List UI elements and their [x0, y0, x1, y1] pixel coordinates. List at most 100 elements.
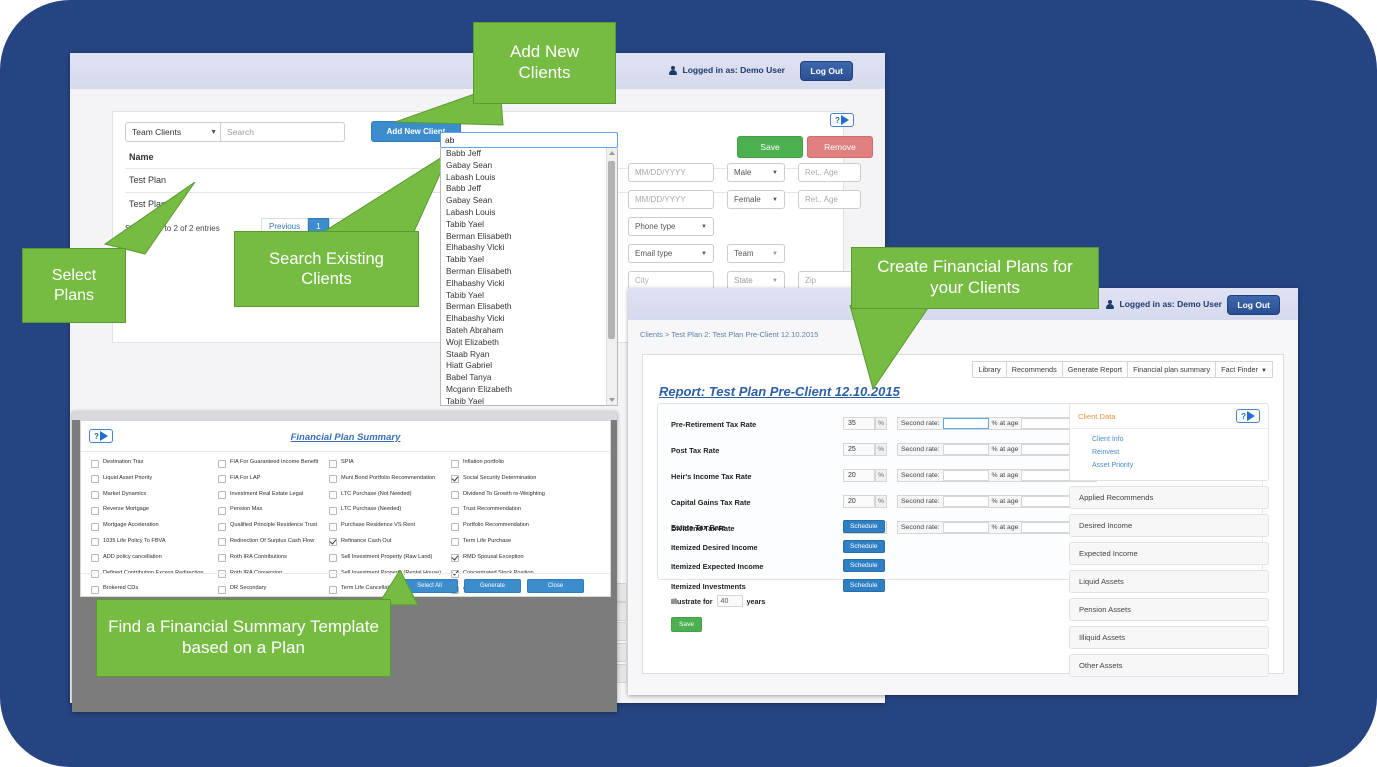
summary-checkbox-row[interactable]: Roth IRA Contributions — [218, 554, 318, 563]
summary-checkbox-row[interactable]: Destination Trax — [91, 459, 203, 468]
summary-checkbox-row[interactable]: Qualified Principle Residence Trust — [218, 522, 318, 531]
sidebar-panel-liquid-assets[interactable]: Liquid Assets — [1069, 570, 1269, 593]
gender-select-2[interactable]: Female ▼ — [727, 190, 785, 209]
client-data-header[interactable]: Client Data ? — [1070, 404, 1268, 429]
autocomplete-scrollbar[interactable] — [606, 148, 617, 405]
dob-field-1[interactable]: MM/DD/YYYY — [628, 163, 714, 182]
checkbox[interactable] — [91, 585, 99, 594]
autocomplete-option[interactable]: Tabib Yael — [441, 396, 617, 405]
sidebar-panel-illiquid-assets[interactable]: Illiquid Assets — [1069, 626, 1269, 649]
checkbox[interactable] — [451, 475, 459, 484]
schedule-button[interactable]: Schedule — [843, 520, 885, 533]
logout-button[interactable]: Log Out — [1227, 295, 1280, 315]
second-rate-input[interactable] — [942, 418, 989, 429]
autocomplete-option[interactable]: Tabib Yael — [441, 254, 617, 266]
autocomplete-option[interactable]: Labash Louis — [441, 207, 617, 219]
summary-checkbox-row[interactable]: LTC Purchase (Needed) — [329, 506, 441, 515]
tax-rate-input[interactable]: 20 — [843, 495, 875, 508]
gender-select-1[interactable]: Male ▼ — [727, 163, 785, 182]
save-button[interactable]: Save — [737, 136, 803, 158]
autocomplete-option[interactable]: Labash Louis — [441, 172, 617, 184]
checkbox[interactable] — [329, 538, 337, 547]
summary-checkbox-row[interactable]: Muni Bond Portfolio Recommendation — [329, 475, 441, 484]
email-type-select[interactable]: Email type ▼ — [628, 244, 714, 263]
at-age-input[interactable] — [1021, 444, 1074, 455]
checkbox[interactable] — [91, 506, 99, 515]
sidebar-panel-pension-assets[interactable]: Pension Assets — [1069, 598, 1269, 621]
sidebar-link-reinvest[interactable]: Reinvest — [1070, 446, 1268, 459]
checkbox[interactable] — [91, 522, 99, 531]
checkbox[interactable] — [329, 522, 337, 531]
help-button[interactable]: ? — [830, 113, 854, 127]
scroll-down-icon[interactable] — [608, 398, 615, 402]
tab-generate-report[interactable]: Generate Report — [1061, 361, 1129, 378]
second-rate-input[interactable] — [942, 496, 989, 507]
phone-type-select[interactable]: Phone type ▼ — [628, 217, 714, 236]
checkbox[interactable] — [218, 459, 226, 468]
summary-checkbox-row[interactable]: SPIA — [329, 459, 441, 468]
tab-library[interactable]: Library — [972, 361, 1007, 378]
summary-checkbox-row[interactable]: Purchase Residence VS Rent — [329, 522, 441, 531]
sidebar-panel-expected-income[interactable]: Expected Income — [1069, 542, 1269, 565]
checkbox[interactable] — [451, 459, 459, 468]
breadcrumb[interactable]: Clients > Test Plan 2: Test Plan Pre-Cli… — [640, 330, 818, 339]
autocomplete-option[interactable]: Gabay Sean — [441, 195, 617, 207]
checkbox[interactable] — [329, 475, 337, 484]
autocomplete-list[interactable]: Babb Jeff Gabay Sean Labash Louis Babb Jeff… — [440, 148, 618, 406]
summary-checkbox-row[interactable]: Refinance Cash Out — [329, 538, 441, 547]
autocomplete-option[interactable]: Berman Elisabeth — [441, 266, 617, 278]
sidebar-link-client-info[interactable]: Client Info — [1070, 433, 1268, 446]
summary-checkbox-row[interactable]: Term Life Purchase — [451, 538, 545, 547]
scrollbar-thumb[interactable] — [608, 161, 615, 339]
at-age-input[interactable] — [1021, 470, 1074, 481]
schedule-button[interactable]: Schedule — [843, 539, 885, 553]
help-button[interactable]: ? — [1236, 409, 1260, 423]
checkbox[interactable] — [218, 570, 226, 579]
sidebar-panel-desired-income[interactable]: Desired Income — [1069, 514, 1269, 537]
tax-rate-input[interactable]: 20 — [843, 469, 875, 482]
checkbox[interactable] — [91, 570, 99, 579]
summary-checkbox-row[interactable]: FIA For Guaranteed Income Benefit — [218, 459, 318, 468]
second-rate-input[interactable] — [942, 522, 989, 533]
checkbox[interactable] — [91, 459, 99, 468]
at-age-input[interactable] — [1021, 418, 1074, 429]
summary-checkbox-row[interactable]: Pension Max — [218, 506, 318, 515]
second-rate-input[interactable] — [942, 470, 989, 481]
remove-button[interactable]: Remove — [807, 136, 873, 158]
checkbox[interactable] — [451, 570, 459, 579]
autocomplete-option[interactable]: Tabib Yael — [441, 219, 617, 231]
autocomplete-option[interactable]: Babb Jeff — [441, 148, 617, 160]
checkbox[interactable] — [451, 506, 459, 515]
checkbox[interactable] — [451, 538, 459, 547]
second-rate-input[interactable] — [942, 444, 989, 455]
checkbox[interactable] — [218, 585, 226, 594]
autocomplete-option[interactable]: Elhabashy Vicki — [441, 278, 617, 290]
checkbox[interactable] — [91, 538, 99, 547]
checkbox[interactable] — [91, 554, 99, 563]
retirement-age-field-1[interactable]: Ret.. Age — [798, 163, 861, 182]
checkbox[interactable] — [218, 491, 226, 500]
checkbox[interactable] — [91, 491, 99, 500]
checkbox[interactable] — [329, 506, 337, 515]
checkbox[interactable] — [451, 522, 459, 531]
tab-recommends[interactable]: Recommends — [1005, 361, 1063, 378]
retirement-age-field-2[interactable]: Ret.. Age — [798, 190, 861, 209]
scroll-up-icon[interactable] — [608, 151, 615, 155]
scope-select[interactable]: Team Clients ▼ — [125, 122, 224, 142]
sidebar-panel-other-assets[interactable]: Other Assets — [1069, 654, 1269, 677]
tax-rate-input[interactable]: 35 — [843, 417, 875, 430]
autocomplete-option[interactable]: Mcgann Elizabeth — [441, 384, 617, 396]
at-age-input[interactable] — [1021, 496, 1074, 507]
checkbox[interactable] — [218, 538, 226, 547]
tab-fact-finder[interactable]: Fact Finder ▼ — [1215, 361, 1273, 378]
autocomplete-option[interactable]: Elhabashy Vicki — [441, 242, 617, 254]
close-button[interactable]: Close — [527, 579, 584, 593]
logout-button[interactable]: Log Out — [800, 61, 853, 81]
summary-checkbox-row[interactable]: Investment Real Estate Legal — [218, 491, 318, 500]
summary-checkbox-row[interactable]: Portfolio Recommendation — [451, 522, 545, 531]
summary-checkbox-row[interactable]: Market Dynamics — [91, 491, 203, 500]
save-button[interactable]: Save — [671, 617, 703, 632]
autocomplete-option[interactable]: Elhabashy Vicki — [441, 313, 617, 325]
summary-checkbox-row[interactable]: RMD Spousal Exception — [451, 554, 545, 563]
summary-checkbox-row[interactable]: Sell Investment Property (Raw Land) — [329, 554, 441, 563]
